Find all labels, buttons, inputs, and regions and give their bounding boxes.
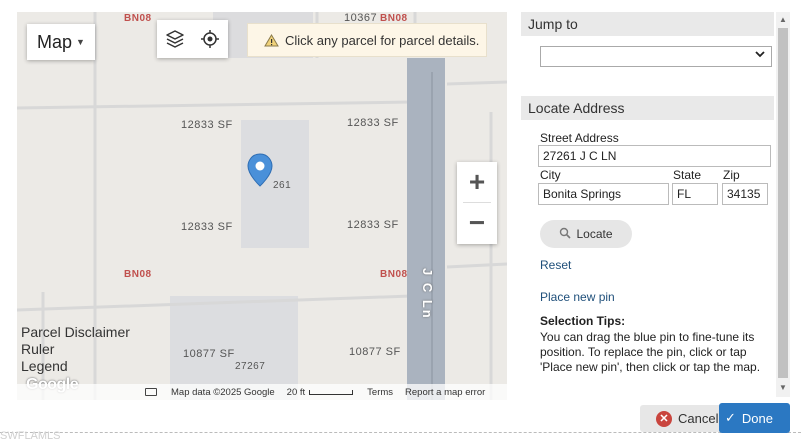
parcel-label: 12833 SF: [347, 219, 399, 231]
locate-button-label: Locate: [576, 227, 613, 241]
zoom-in-button[interactable]: +: [457, 162, 497, 202]
cancel-button-label: Cancel: [678, 411, 719, 426]
ruler-link[interactable]: Ruler: [21, 341, 130, 358]
street-address-label: Street Address: [540, 131, 619, 145]
crosshair-icon: [200, 30, 219, 48]
chevron-down-icon: [755, 50, 765, 61]
selection-tips-title: Selection Tips:: [540, 314, 626, 328]
parcel-label: 261: [273, 180, 292, 191]
scroll-down-icon[interactable]: ▼: [776, 380, 790, 394]
state-input[interactable]: FL: [672, 183, 718, 205]
parcel-locator-dialog: BN08 10367 BN08 12833 SF 12833 SF 261 12…: [0, 0, 801, 445]
parcel-label: 10877 SF: [183, 348, 235, 360]
map-type-label: Map: [37, 31, 73, 52]
watermark: SWFLAMLS: [0, 430, 61, 442]
street-address-input[interactable]: 27261 J C LN: [538, 145, 771, 167]
locate-address-heading: Locate Address: [521, 96, 774, 120]
parcel-label: 12833 SF: [181, 221, 233, 233]
road-name-label: J C Ln: [420, 268, 435, 320]
close-icon: ✕: [656, 410, 672, 427]
hint-text: Click any parcel for parcel details.: [285, 32, 480, 48]
scroll-up-icon[interactable]: ▲: [776, 12, 790, 26]
state-label: State: [673, 168, 702, 182]
jump-to-select[interactable]: [540, 46, 772, 67]
reset-link[interactable]: Reset: [540, 258, 571, 272]
report-error-link[interactable]: Report a map error: [405, 387, 485, 398]
legend-link[interactable]: Legend: [21, 358, 130, 375]
map-attribution-bar: Map data ©2025 Google 20 ft Terms Report…: [17, 384, 507, 400]
locate-button[interactable]: Locate: [540, 220, 632, 248]
map-canvas[interactable]: BN08 10367 BN08 12833 SF 12833 SF 261 12…: [17, 12, 507, 400]
my-location-button[interactable]: [192, 20, 227, 58]
zone-label: BN08: [380, 269, 408, 280]
side-panel: Jump to Locate Address Street Address 27…: [521, 12, 774, 400]
map-links: Parcel Disclaimer Ruler Legend: [21, 324, 130, 375]
zip-input[interactable]: 34135: [722, 183, 768, 205]
scroll-thumb[interactable]: [778, 28, 788, 378]
caret-down-icon: ▼: [76, 37, 85, 47]
panel-scrollbar[interactable]: ▲ ▼: [776, 12, 790, 397]
parcel-label: 10877 SF: [349, 346, 401, 358]
parcel-disclaimer-link[interactable]: Parcel Disclaimer: [21, 324, 130, 341]
zone-label: BN08: [124, 13, 152, 24]
layers-icon: [165, 30, 184, 48]
selection-tips-text: You can drag the blue pin to fine-tune i…: [540, 330, 761, 374]
jump-to-heading: Jump to: [521, 12, 774, 36]
parcel-label: 12833 SF: [347, 117, 399, 129]
layers-button[interactable]: [157, 20, 192, 58]
done-button[interactable]: ✓ Done: [719, 403, 790, 433]
parcel-label: 12833 SF: [181, 119, 233, 131]
zip-label: Zip: [723, 168, 740, 182]
map-type-button[interactable]: Map ▼: [27, 24, 95, 60]
scale-bar: [309, 389, 354, 395]
map-tool-group: [157, 20, 228, 58]
warning-icon: [264, 33, 279, 46]
cancel-button[interactable]: ✕ Cancel: [640, 405, 724, 432]
scale-text[interactable]: 20 ft: [287, 387, 306, 398]
zone-label: BN08: [124, 269, 152, 280]
search-icon: [559, 227, 572, 242]
zoom-control: + −: [457, 162, 497, 244]
bottom-divider: [0, 432, 801, 445]
map-data-text: Map data ©2025 Google: [171, 386, 275, 398]
keyboard-icon[interactable]: [145, 388, 157, 396]
place-new-pin-link[interactable]: Place new pin: [540, 290, 615, 304]
city-input[interactable]: Bonita Springs: [538, 183, 669, 205]
city-label: City: [540, 168, 561, 182]
check-icon: ✓: [725, 410, 736, 425]
parcel-hint-banner: Click any parcel for parcel details.: [247, 23, 487, 57]
terms-link[interactable]: Terms: [367, 387, 393, 398]
parcel-label: 27267: [235, 361, 266, 372]
zoom-out-button[interactable]: −: [457, 203, 497, 243]
done-button-label: Done: [741, 410, 773, 426]
